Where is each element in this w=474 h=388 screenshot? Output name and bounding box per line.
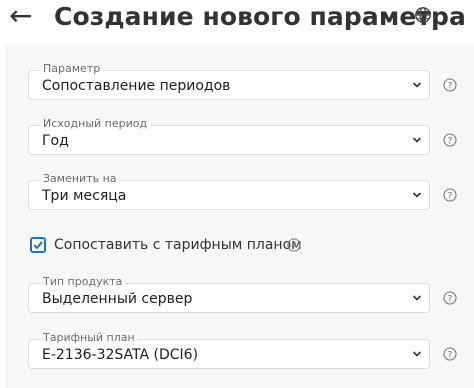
compare-tariff-label[interactable]: Сопоставить с тарифным планом [54,236,302,254]
product-type-select[interactable]: Тип продукта Выделенный сервер [28,275,430,313]
question-circle-icon[interactable]: ? [287,238,301,252]
question-circle-icon[interactable]: ? [443,347,457,361]
svg-text:?: ? [292,241,297,251]
svg-text:?: ? [448,81,453,91]
parameter-select[interactable]: Параметр Сопоставление периодов [28,62,430,100]
parameter-select-value: Сопоставление периодов [42,78,231,94]
checkmark-icon [33,241,43,250]
product-type-select-value: Выделенный сервер [42,291,193,307]
source-period-select-label: Исходный период [41,117,150,130]
replace-with-select[interactable]: Заменить на Три месяца [28,172,430,210]
source-period-select[interactable]: Исходный период Год [28,117,430,155]
question-circle-icon[interactable]: ? [443,188,457,202]
question-circle-icon[interactable]: ? [443,133,457,147]
back-arrow-icon[interactable]: ← [9,2,32,30]
tariff-plan-select[interactable]: Тарифный план E-2136-32SATA (DCI6) [28,331,430,369]
tariff-plan-select-label: Тарифный план [41,331,137,344]
chevron-down-icon[interactable] [412,136,422,144]
chevron-down-icon[interactable] [412,294,422,302]
replace-with-select-value: Три месяца [42,188,127,204]
parameter-select-label: Параметр [41,62,103,75]
question-circle-icon[interactable]: ? [443,78,457,92]
svg-text:?: ? [448,350,453,360]
product-type-select-label: Тип продукта [41,275,125,288]
svg-text:?: ? [448,136,453,146]
source-period-select-value: Год [42,133,69,149]
svg-text:?: ? [448,294,453,304]
globe-icon[interactable] [414,6,432,24]
replace-with-select-label: Заменить на [41,172,119,185]
chevron-down-icon[interactable] [412,81,422,89]
chevron-down-icon[interactable] [412,350,422,358]
question-circle-icon[interactable]: ? [443,291,457,305]
page-header: ← Создание нового параметра [0,0,474,40]
page-title: Создание нового параметра [54,2,466,31]
tariff-plan-select-value: E-2136-32SATA (DCI6) [42,347,199,363]
chevron-down-icon[interactable] [412,191,422,199]
svg-text:?: ? [448,191,453,201]
compare-tariff-checkbox[interactable] [30,237,46,253]
